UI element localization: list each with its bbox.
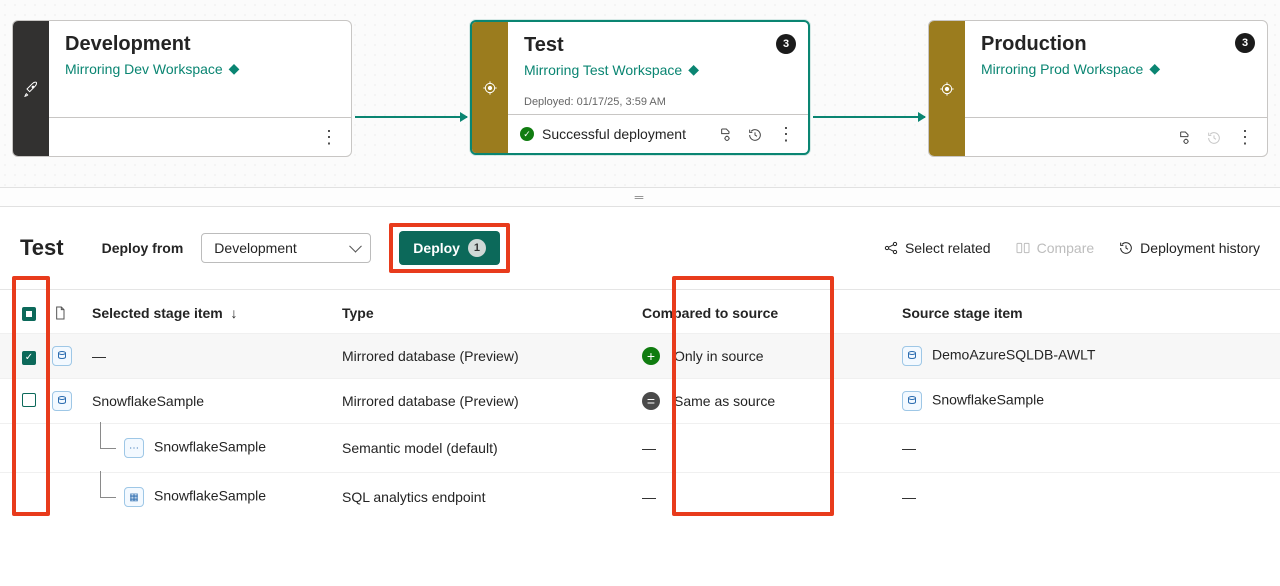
more-options-button[interactable]: ⋮ bbox=[1236, 128, 1255, 146]
deployment-rules-button[interactable] bbox=[1176, 128, 1192, 145]
source-item: SnowflakeSample bbox=[894, 379, 1280, 424]
premium-icon: ◆ bbox=[1149, 60, 1160, 77]
stage-strip-development bbox=[13, 21, 49, 156]
current-stage-title: Test bbox=[20, 235, 64, 261]
table-row[interactable]: SnowflakeSample Mirrored database (Previe… bbox=[0, 379, 1280, 424]
target-icon bbox=[939, 80, 955, 97]
selected-item-name: SnowflakeSample bbox=[154, 488, 266, 504]
tree-connector bbox=[92, 485, 122, 509]
rocket-icon bbox=[23, 80, 39, 97]
selected-item-name: — bbox=[92, 348, 106, 364]
deploy-from-select[interactable]: Development bbox=[201, 233, 371, 263]
stage-detail-toolbar: Test Deploy from Development Deploy 1 Se… bbox=[0, 207, 1280, 290]
stage-items-table: Selected stage item ↓ Type Compared to s… bbox=[0, 290, 1280, 521]
stage-deployed-text: Deployed: 01/17/25, 3:59 AM bbox=[508, 88, 808, 114]
stage-workspace-link[interactable]: Mirroring Test Workspace ◆ bbox=[524, 61, 792, 78]
col-type-header[interactable]: Type bbox=[334, 290, 634, 334]
source-item: DemoAzureSQLDB-AWLT bbox=[894, 334, 1280, 379]
deployment-history-button[interactable]: Deployment history bbox=[1118, 240, 1260, 256]
table-row[interactable]: ▦SnowflakeSampleSQL analytics endpoint—— bbox=[0, 473, 1280, 522]
col-compared-header[interactable]: Compared to source bbox=[634, 290, 894, 334]
select-related-button[interactable]: Select related bbox=[883, 240, 991, 256]
col-source-header[interactable]: Source stage item bbox=[894, 290, 1280, 334]
stage-card-production[interactable]: Production Mirroring Prod Workspace ◆ 3 bbox=[928, 20, 1268, 157]
stage-item-count-badge: 3 bbox=[776, 34, 796, 54]
selected-item-name: SnowflakeSample bbox=[154, 439, 266, 455]
stage-title: Test bbox=[524, 34, 792, 57]
callout-highlight: Deploy 1 bbox=[389, 223, 510, 273]
selected-item-name: SnowflakeSample bbox=[92, 393, 204, 409]
deployment-status-text: Successful deployment bbox=[542, 126, 686, 142]
deploy-count-badge: 1 bbox=[468, 239, 486, 257]
success-status-icon: ✓ bbox=[520, 127, 534, 141]
col-selected-header[interactable]: Selected stage item ↓ bbox=[84, 290, 334, 334]
sql-endpoint-icon: ▦ bbox=[124, 487, 144, 507]
deployment-rules-button[interactable] bbox=[717, 125, 733, 142]
compared-status: + Only in source bbox=[634, 334, 894, 379]
more-options-button[interactable]: ⋮ bbox=[320, 128, 339, 146]
mirrored-db-icon bbox=[52, 346, 72, 366]
mirrored-db-icon bbox=[902, 346, 922, 366]
pipeline-canvas: Development Mirroring Dev Workspace ◆ ⋮ bbox=[0, 0, 1280, 187]
target-icon bbox=[482, 79, 498, 96]
premium-icon: ◆ bbox=[688, 61, 699, 78]
compared-status: — bbox=[634, 424, 894, 473]
row-checkbox[interactable] bbox=[22, 351, 36, 365]
row-checkbox[interactable] bbox=[22, 393, 36, 407]
table-row[interactable]: — Mirrored database (Preview)+ Only in so… bbox=[0, 334, 1280, 379]
stage-strip-test bbox=[472, 22, 508, 153]
stage-card-development[interactable]: Development Mirroring Dev Workspace ◆ ⋮ bbox=[12, 20, 352, 157]
compared-status: = Same as source bbox=[634, 379, 894, 424]
compare-button: Compare bbox=[1015, 240, 1095, 256]
source-item: — bbox=[894, 473, 1280, 522]
only-in-source-icon: + bbox=[642, 347, 660, 365]
connector-arrow bbox=[813, 116, 925, 118]
history-icon-button[interactable] bbox=[747, 125, 763, 142]
deploy-from-label: Deploy from bbox=[102, 240, 184, 256]
file-icon bbox=[52, 304, 68, 320]
deploy-button[interactable]: Deploy 1 bbox=[399, 231, 500, 265]
tree-connector bbox=[92, 436, 122, 460]
history-icon-button bbox=[1206, 128, 1222, 145]
sort-descending-icon: ↓ bbox=[227, 305, 238, 321]
resize-handle[interactable]: ═ bbox=[0, 187, 1280, 207]
more-options-button[interactable]: ⋮ bbox=[777, 125, 796, 143]
stage-strip-production bbox=[929, 21, 965, 156]
mirrored-db-icon bbox=[52, 391, 72, 411]
select-all-checkbox[interactable] bbox=[22, 307, 36, 321]
mirrored-db-icon bbox=[902, 391, 922, 411]
item-type: Mirrored database (Preview) bbox=[334, 334, 634, 379]
semantic-model-icon: ⋯ bbox=[124, 438, 144, 458]
stage-workspace-link[interactable]: Mirroring Prod Workspace ◆ bbox=[981, 60, 1251, 77]
stage-title: Production bbox=[981, 33, 1251, 56]
compared-status: — bbox=[634, 473, 894, 522]
connector-arrow bbox=[355, 116, 467, 118]
item-type: Semantic model (default) bbox=[334, 424, 634, 473]
same-as-source-icon: = bbox=[642, 392, 660, 410]
stage-item-count-badge: 3 bbox=[1235, 33, 1255, 53]
stage-workspace-link[interactable]: Mirroring Dev Workspace ◆ bbox=[65, 60, 335, 77]
source-item: — bbox=[894, 424, 1280, 473]
table-row[interactable]: ⋯ SnowflakeSample Semantic model (default)… bbox=[0, 424, 1280, 473]
stage-title: Development bbox=[65, 33, 335, 56]
premium-icon: ◆ bbox=[229, 60, 240, 77]
item-type: SQL analytics endpoint bbox=[334, 473, 634, 522]
stage-card-test[interactable]: Test Mirroring Test Workspace ◆ 3 Deploy… bbox=[470, 20, 810, 155]
item-type: Mirrored database (Preview) bbox=[334, 379, 634, 424]
